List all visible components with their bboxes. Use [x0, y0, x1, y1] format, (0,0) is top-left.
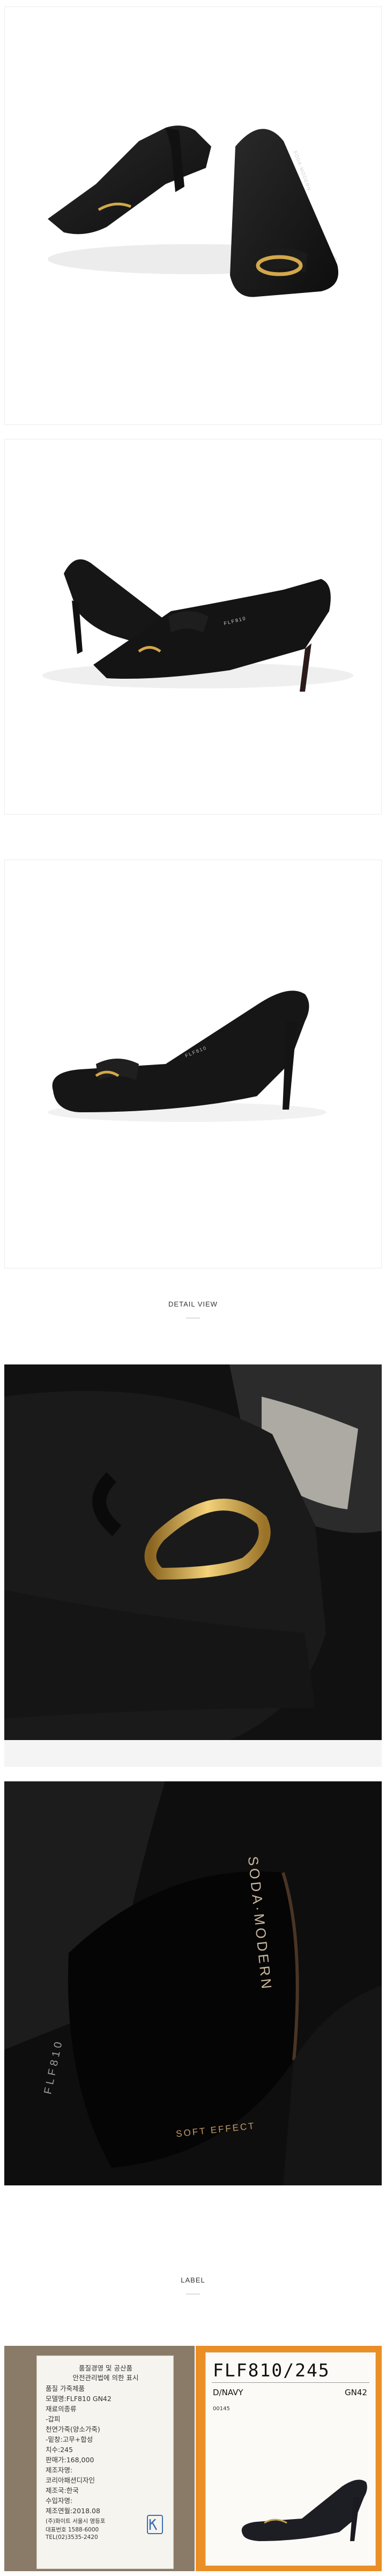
label-line: 치수:245 — [46, 2446, 73, 2454]
label-line: (주)화이트 서울시 영등포 — [46, 2518, 106, 2524]
label-line: 제조국:한국 — [46, 2486, 79, 2494]
tag-variant: GN42 — [345, 2388, 367, 2397]
tag-color: D/NAVY — [213, 2388, 243, 2397]
label-line: 대표번호 1588-6000 — [46, 2527, 99, 2533]
detail-view-heading: DETAIL VIEW — [168, 1300, 218, 1308]
detail-photo-buckle — [4, 1364, 382, 1767]
detail-photo-insole: SODA·MODERN SOFT EFFECT FLF810 — [4, 1781, 382, 2185]
product-photo-3: FLF810 — [4, 860, 382, 1268]
label-line: 재료의종류 — [46, 2405, 77, 2413]
shoe-pair-side-illustration — [42, 559, 353, 692]
tag-divider — [212, 2382, 369, 2383]
care-label-photo: 품질경영 및 공산품 안전관리법에 의한 표시 품질 가죽제품 모델명:FLF8… — [4, 2346, 195, 2571]
care-label-card: 품질경영 및 공산품 안전관리법에 의한 표시 품질 가죽제품 모델명:FLF8… — [36, 2355, 174, 2569]
label-line: TEL(02)3535-2420 — [46, 2534, 98, 2541]
label-line: 모델명:FLF810 GN42 — [46, 2395, 112, 2403]
label-line: 안전관리법에 의한 표시 — [72, 2374, 139, 2382]
single-shoe-illustration — [48, 990, 326, 1122]
shoe-pair-illustration — [48, 126, 338, 297]
label-line: 품질 가죽제품 — [46, 2384, 85, 2392]
label-line: 제조연월:2018.08 — [46, 2507, 100, 2515]
insole-closeup-illustration — [4, 1781, 382, 2185]
label-line: 제조자명: — [46, 2466, 73, 2474]
tag-number: 00145 — [213, 2406, 230, 2412]
label-line: 품질경영 및 공산품 — [79, 2364, 132, 2372]
label-line: 수입자명: — [46, 2497, 73, 2505]
product-photo-2: FLF810 — [4, 439, 382, 814]
product-photo-1: SODA·MODERN — [4, 6, 382, 425]
label-line: -밑창:고무+합성 — [46, 2435, 93, 2443]
tag-shoe-illustration — [241, 2479, 367, 2541]
box-tag-photo: FLF810/245 D/NAVY GN42 00145 — [196, 2346, 382, 2571]
label-line: -갑피 — [46, 2415, 61, 2423]
label-line: 판매가:168,000 — [46, 2456, 94, 2464]
label-heading: LABEL — [181, 2276, 205, 2284]
kc-mark-icon — [147, 2515, 163, 2534]
buckle-closeup-illustration — [4, 1364, 382, 1767]
tag-model-code: FLF810/245 — [213, 2360, 330, 2381]
label-line: 천연가죽(양소가죽) — [46, 2425, 100, 2433]
label-line: 코리아패션디자인 — [46, 2476, 95, 2484]
box-tag: FLF810/245 D/NAVY GN42 00145 — [205, 2352, 376, 2566]
